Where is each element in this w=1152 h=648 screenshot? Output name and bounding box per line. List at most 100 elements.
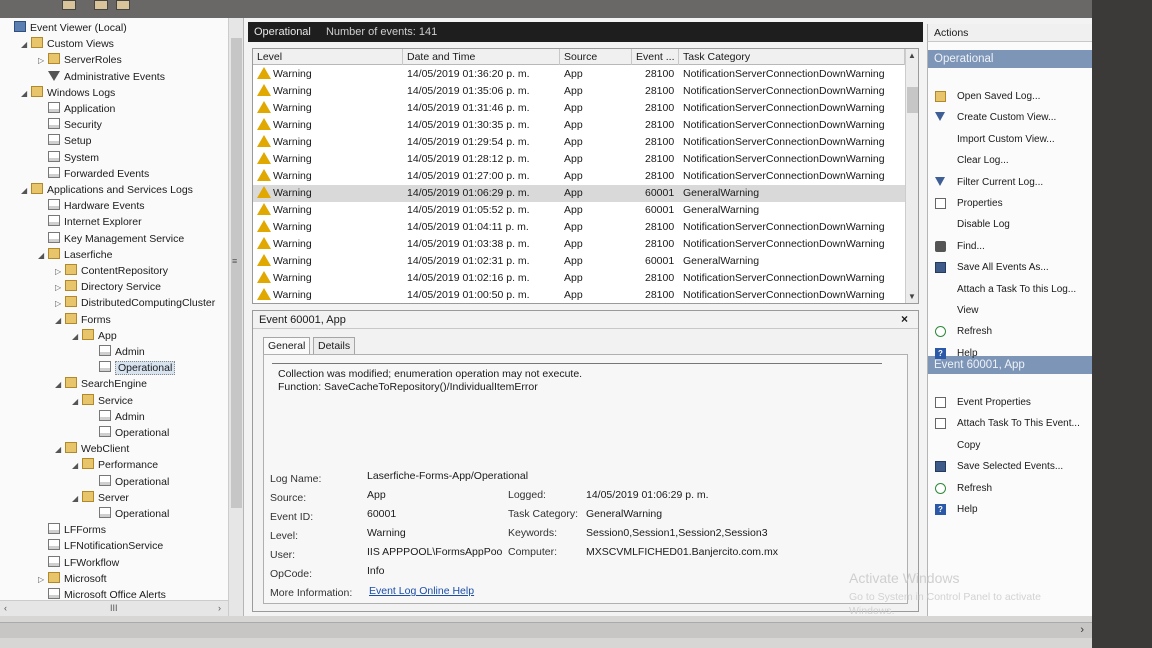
expand-toggle-icon[interactable]: ◢ <box>55 442 65 458</box>
tree-item[interactable]: LFNotificationService <box>38 538 163 554</box>
action-item[interactable]: Event Properties <box>928 394 1093 412</box>
expand-toggle-icon[interactable]: ◢ <box>72 491 82 507</box>
table-row[interactable]: Warning 14/05/2019 01:36:20 p. m. App 28100… <box>253 66 905 83</box>
expand-toggle-icon[interactable]: ◢ <box>72 394 82 410</box>
tree-item[interactable]: Admin <box>89 344 145 360</box>
tree-item[interactable]: Application <box>38 101 115 117</box>
action-item[interactable]: Filter Current Log... <box>928 174 1093 192</box>
expand-toggle-icon[interactable]: ▷ <box>38 572 48 588</box>
table-row[interactable]: Warning 14/05/2019 01:02:16 p. m. App 28100… <box>253 270 905 287</box>
tree-item[interactable]: ◢ Windows Logs <box>21 85 115 101</box>
tree-item[interactable]: ◢ App <box>72 328 117 344</box>
toolbar-icon[interactable] <box>94 0 108 10</box>
tree-item[interactable]: ◢ Forms <box>55 312 111 328</box>
tree-item[interactable]: ◢ Performance <box>72 457 158 473</box>
tree-item[interactable]: Key Management Service <box>38 231 184 247</box>
table-scroll-thumb[interactable] <box>907 87 918 113</box>
tree-item[interactable]: System <box>38 150 99 166</box>
tree-item[interactable]: Administrative Events <box>38 69 165 85</box>
scroll-left-icon[interactable]: ‹ <box>4 603 7 613</box>
action-item[interactable]: Copy <box>928 437 1093 455</box>
expand-toggle-icon[interactable]: ▷ <box>55 296 65 312</box>
expand-toggle-icon[interactable]: ▷ <box>55 264 65 280</box>
action-item[interactable]: Attach a Task To this Log... <box>928 281 1093 299</box>
expand-toggle-icon[interactable]: ▷ <box>55 280 65 296</box>
action-item[interactable]: Find... <box>928 238 1093 256</box>
event-log-online-help-link[interactable]: Event Log Online Help <box>369 585 474 597</box>
column-event-id[interactable]: Event ... <box>632 49 679 65</box>
table-row[interactable]: Warning 14/05/2019 01:06:29 p. m. App 60001… <box>253 185 905 202</box>
tree-item[interactable]: Operational <box>89 474 169 490</box>
table-row[interactable]: Warning 14/05/2019 01:28:12 p. m. App 28100… <box>253 151 905 168</box>
action-item[interactable]: Open Saved Log... <box>928 88 1093 106</box>
action-item[interactable]: ? Help <box>928 501 1093 519</box>
tree-item[interactable]: Event Viewer (Local) <box>4 20 127 36</box>
expand-toggle-icon[interactable]: ◢ <box>21 37 31 53</box>
toolbar-icon[interactable] <box>116 0 130 10</box>
tree-item[interactable]: ▷ Microsoft <box>38 571 107 587</box>
table-row[interactable]: Warning 14/05/2019 01:31:46 p. m. App 28100… <box>253 100 905 117</box>
tree-item[interactable]: ▷ ContentRepository <box>55 263 168 279</box>
tree-item[interactable]: Operational <box>89 506 169 522</box>
action-item[interactable]: View <box>928 302 1093 320</box>
tree-item[interactable]: Forwarded Events <box>38 166 149 182</box>
tree-item[interactable]: Setup <box>38 133 91 149</box>
tree-item[interactable]: Operational <box>89 425 169 441</box>
toolbar-icon[interactable] <box>62 0 76 10</box>
table-row[interactable]: Warning 14/05/2019 01:02:31 p. m. App 60001… <box>253 253 905 270</box>
close-icon[interactable]: × <box>901 312 908 326</box>
tab-general[interactable]: General <box>263 337 311 355</box>
tree-item[interactable]: ◢ SearchEngine <box>55 376 147 392</box>
action-item[interactable]: Disable Log <box>928 216 1093 234</box>
table-row[interactable]: Warning 14/05/2019 01:29:54 p. m. App 28100… <box>253 134 905 151</box>
table-row[interactable]: Warning 14/05/2019 01:30:35 p. m. App 28100… <box>253 117 905 134</box>
scroll-thumb-grip[interactable]: III <box>110 603 118 613</box>
table-row[interactable]: Warning 14/05/2019 01:27:00 p. m. App 28100… <box>253 168 905 185</box>
tree-item[interactable]: ◢ Applications and Services Logs <box>21 182 193 198</box>
tree-item[interactable]: Microsoft Office Alerts <box>38 587 166 603</box>
window-horizontal-scrollbar[interactable]: › <box>0 622 1092 638</box>
column-task-category[interactable]: Task Category <box>679 49 905 65</box>
action-item[interactable]: Attach Task To This Event... <box>928 415 1093 433</box>
action-item[interactable]: Refresh <box>928 480 1093 498</box>
column-source[interactable]: Source <box>560 49 632 65</box>
scroll-up-icon[interactable]: ▲ <box>908 51 916 60</box>
scroll-right-icon[interactable]: › <box>1080 624 1084 636</box>
scroll-down-icon[interactable]: ▼ <box>908 292 916 301</box>
tree-item[interactable]: Admin <box>89 409 145 425</box>
expand-toggle-icon[interactable]: ◢ <box>55 377 65 393</box>
tree-item[interactable]: Operational <box>89 360 176 376</box>
tree-item[interactable]: ◢ WebClient <box>55 441 129 457</box>
table-row[interactable]: Warning 14/05/2019 01:05:52 p. m. App 60001… <box>253 202 905 219</box>
expand-toggle-icon[interactable]: ◢ <box>21 86 31 102</box>
scroll-right-icon[interactable]: › <box>218 603 221 613</box>
table-row[interactable]: Warning 14/05/2019 01:03:38 p. m. App 28100… <box>253 236 905 253</box>
tree-item[interactable]: Hardware Events <box>38 198 145 214</box>
column-level[interactable]: Level <box>253 49 403 65</box>
tree-item[interactable]: ▷ Directory Service <box>55 279 161 295</box>
expand-toggle-icon[interactable]: ◢ <box>55 313 65 329</box>
action-item[interactable]: Save Selected Events... <box>928 458 1093 476</box>
table-row[interactable]: Warning 14/05/2019 01:35:06 p. m. App 28100… <box>253 83 905 100</box>
tree-item[interactable]: ▷ ServerRoles <box>38 52 122 68</box>
tree-item[interactable]: Internet Explorer <box>38 214 142 230</box>
actions-section-operational[interactable]: Operational <box>928 50 1093 68</box>
expand-toggle-icon[interactable]: ◢ <box>72 329 82 345</box>
column-date[interactable]: Date and Time <box>403 49 560 65</box>
tree-item[interactable]: ◢ Service <box>72 393 133 409</box>
table-vertical-scrollbar[interactable]: ▲ ▼ <box>905 49 918 303</box>
expand-toggle-icon[interactable]: ◢ <box>21 183 31 199</box>
expand-toggle-icon[interactable]: ◢ <box>38 248 48 264</box>
table-row[interactable]: Warning 14/05/2019 01:00:50 p. m. App 28100… <box>253 287 905 303</box>
tree-item[interactable]: ▷ DistributedComputingCluster <box>55 295 215 311</box>
tab-details[interactable]: Details <box>313 337 356 355</box>
tree-scroll-thumb[interactable] <box>231 38 242 508</box>
tree-item[interactable]: Security <box>38 117 102 133</box>
tree-item[interactable]: LFForms <box>38 522 106 538</box>
table-row[interactable]: Warning 14/05/2019 01:04:11 p. m. App 28100… <box>253 219 905 236</box>
action-item[interactable]: Import Custom View... <box>928 131 1093 149</box>
action-item[interactable]: Save All Events As... <box>928 259 1093 277</box>
tree-vertical-scrollbar[interactable]: ≡ <box>228 18 243 616</box>
tree-item[interactable]: LFWorkflow <box>38 555 119 571</box>
action-item[interactable]: Clear Log... <box>928 152 1093 170</box>
